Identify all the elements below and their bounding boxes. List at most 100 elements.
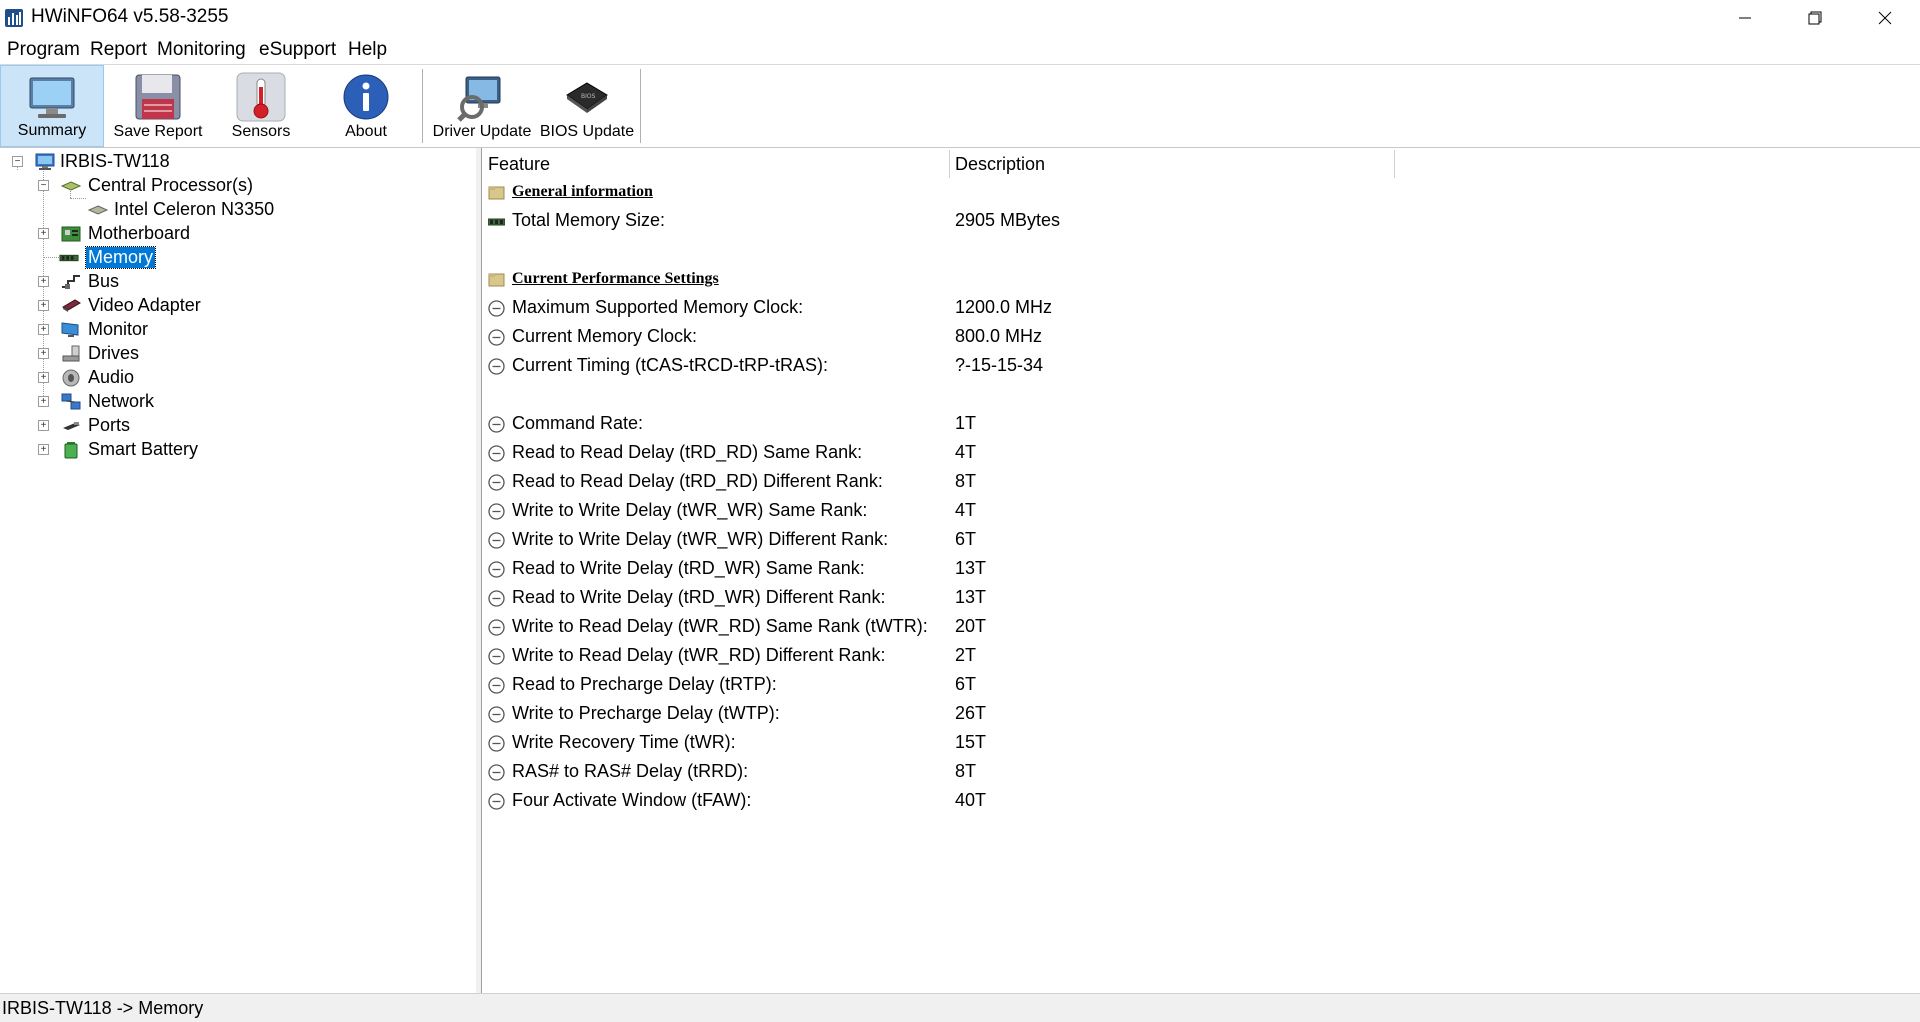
info-icon <box>343 74 389 120</box>
detail-row[interactable]: Current Memory Clock: 800.0 MHz <box>482 323 1920 352</box>
tree-expander[interactable]: + <box>38 372 49 383</box>
detail-row[interactable]: Read to Precharge Delay (tRTP): 6T <box>482 671 1920 700</box>
memory-icon <box>488 218 505 226</box>
memory-icon <box>59 254 79 262</box>
section-title: General information <box>512 183 653 200</box>
detail-row[interactable]: Write Recovery Time (tWR): 15T <box>482 729 1920 758</box>
tree-expander[interactable]: − <box>12 156 23 167</box>
ports-icon <box>63 422 80 430</box>
save-report-button[interactable]: Save Report <box>108 65 208 147</box>
column-divider[interactable] <box>949 150 950 178</box>
tree-item-bus[interactable]: + Bus <box>0 270 476 294</box>
tree-item-motherboard[interactable]: + Motherboard <box>0 222 476 246</box>
restore-button[interactable] <box>1780 0 1850 36</box>
status-text: IRBIS-TW118 -> Memory <box>2 998 204 1018</box>
section-header[interactable]: General information <box>482 178 1920 207</box>
audio-icon <box>62 369 80 387</box>
detail-row[interactable]: Write to Precharge Delay (tWTP): 26T <box>482 700 1920 729</box>
detail-row[interactable]: RAS# to RAS# Delay (tRRD): 8T <box>482 758 1920 787</box>
feature-label: Write to Write Delay (tWR_WR) Different … <box>512 529 889 549</box>
driver-update-button[interactable]: Driver Update <box>432 65 532 147</box>
tree-label: Central Processor(s) <box>88 175 254 195</box>
about-label: About <box>345 123 387 140</box>
tree-expander[interactable]: + <box>38 228 49 239</box>
tree-item-monitor[interactable]: + Monitor <box>0 318 476 342</box>
tree-item-computer[interactable]: − IRBIS-TW118 <box>0 150 476 174</box>
detail-row[interactable]: Read to Write Delay (tRD_WR) Same Rank: 1… <box>482 555 1920 584</box>
description-value: 800.0 MHz <box>955 326 1043 346</box>
sensors-button[interactable]: Sensors <box>213 65 309 147</box>
description-value: 4T <box>955 442 977 462</box>
device-tree: − IRBIS-TW118 − Central Processor(s) Int… <box>0 148 477 993</box>
detail-row[interactable]: Write to Write Delay (tWR_WR) Different … <box>482 526 1920 555</box>
detail-row[interactable]: Write to Read Delay (tWR_RD) Different R… <box>482 642 1920 671</box>
summary-button[interactable]: Summary <box>0 65 104 147</box>
detail-row[interactable]: Read to Read Delay (tRD_RD) Different Ra… <box>482 468 1920 497</box>
feature-label: Write to Read Delay (tWR_RD) Same Rank (… <box>512 616 928 636</box>
tree-expander[interactable]: − <box>38 180 49 191</box>
clock-icon <box>488 329 505 346</box>
feature-label: Current Timing (tCAS-tRCD-tRP-tRAS): <box>512 355 829 375</box>
detail-row[interactable]: Four Activate Window (tFAW): 40T <box>482 787 1920 816</box>
feature-label: Write to Write Delay (tWR_WR) Same Rank: <box>512 500 868 520</box>
tree-expander[interactable]: + <box>38 276 49 287</box>
bios-update-button[interactable]: BIOS BIOS Update <box>537 65 637 147</box>
detail-row[interactable]: Current Timing (tCAS-tRCD-tRP-tRAS): ?-15… <box>482 352 1920 381</box>
clock-icon <box>488 590 505 607</box>
tree-item-audio[interactable]: + Audio <box>0 366 476 390</box>
tree-item-ports[interactable]: + Ports <box>0 414 476 438</box>
tree-expander[interactable]: + <box>38 348 49 359</box>
clock-icon <box>488 503 505 520</box>
clock-icon <box>488 677 505 694</box>
clock-icon <box>488 648 505 665</box>
minimize-icon <box>1739 17 1751 19</box>
description-value: 20T <box>955 616 987 636</box>
section-header[interactable]: Current Performance Settings <box>482 265 1920 294</box>
tree-label: Memory <box>84 246 157 269</box>
tree-expander[interactable]: + <box>38 324 49 335</box>
tree-item-intel-celeron[interactable]: Intel Celeron N3350 <box>0 198 476 222</box>
detail-row[interactable]: Write to Read Delay (tWR_RD) Same Rank (… <box>482 613 1920 642</box>
detail-row[interactable]: Read to Write Delay (tRD_WR) Different R… <box>482 584 1920 613</box>
tree-expander[interactable]: + <box>38 300 49 311</box>
tree-item-drives[interactable]: + Drives <box>0 342 476 366</box>
toolbar: Summary Save Report Sensors About Driver… <box>0 65 1920 148</box>
tree-item-memory[interactable]: Memory <box>0 246 476 270</box>
feature-label: Write to Read Delay (tWR_RD) Different R… <box>512 645 886 665</box>
tree-expander[interactable]: + <box>38 396 49 407</box>
feature-label: Read to Write Delay (tRD_WR) Same Rank: <box>512 558 865 578</box>
title-bar: HWiNFO64 v5.58-3255 <box>0 0 1920 36</box>
tree-item-smart-battery[interactable]: + Smart Battery <box>0 438 476 462</box>
menu-program[interactable]: Program <box>7 39 80 61</box>
cpu-icon <box>88 205 108 215</box>
tree-label: Monitor <box>88 319 149 339</box>
description-value: ?-15-15-34 <box>955 355 1044 375</box>
detail-row[interactable]: Write to Write Delay (tWR_WR) Same Rank:… <box>482 497 1920 526</box>
tree-item-network[interactable]: + Network <box>0 390 476 414</box>
about-button[interactable]: About <box>318 65 414 147</box>
tree-item-video-adapter[interactable]: + Video Adapter <box>0 294 476 318</box>
menu-help[interactable]: Help <box>348 39 387 61</box>
description-value: 1T <box>955 413 977 433</box>
description-value: 13T <box>955 558 987 578</box>
detail-row[interactable]: Read to Read Delay (tRD_RD) Same Rank: 4T <box>482 439 1920 468</box>
menu-report[interactable]: Report <box>90 39 147 61</box>
tree-expander[interactable]: + <box>38 444 49 455</box>
close-button[interactable] <box>1850 0 1920 36</box>
feature-label: Read to Write Delay (tRD_WR) Different R… <box>512 587 886 607</box>
feature-label: Four Activate Window (tFAW): <box>512 790 752 810</box>
menu-monitoring[interactable]: Monitoring <box>157 39 246 61</box>
detail-row[interactable]: Total Memory Size: 2905 MBytes <box>482 207 1920 236</box>
detail-row[interactable]: Command Rate: 1T <box>482 410 1920 439</box>
detail-row[interactable]: Maximum Supported Memory Clock: 1200.0 MH… <box>482 294 1920 323</box>
column-divider[interactable] <box>1394 150 1395 178</box>
chip-icon: BIOS <box>566 82 608 113</box>
menu-esupport[interactable]: eSupport <box>259 39 336 61</box>
clock-icon <box>488 300 505 317</box>
minimize-button[interactable] <box>1710 0 1780 36</box>
tree-expander[interactable]: + <box>38 420 49 431</box>
app-icon <box>5 9 23 27</box>
summary-label: Summary <box>17 122 87 139</box>
sensors-label: Sensors <box>231 123 291 140</box>
tree-item-central-processors[interactable]: − Central Processor(s) <box>0 174 476 198</box>
